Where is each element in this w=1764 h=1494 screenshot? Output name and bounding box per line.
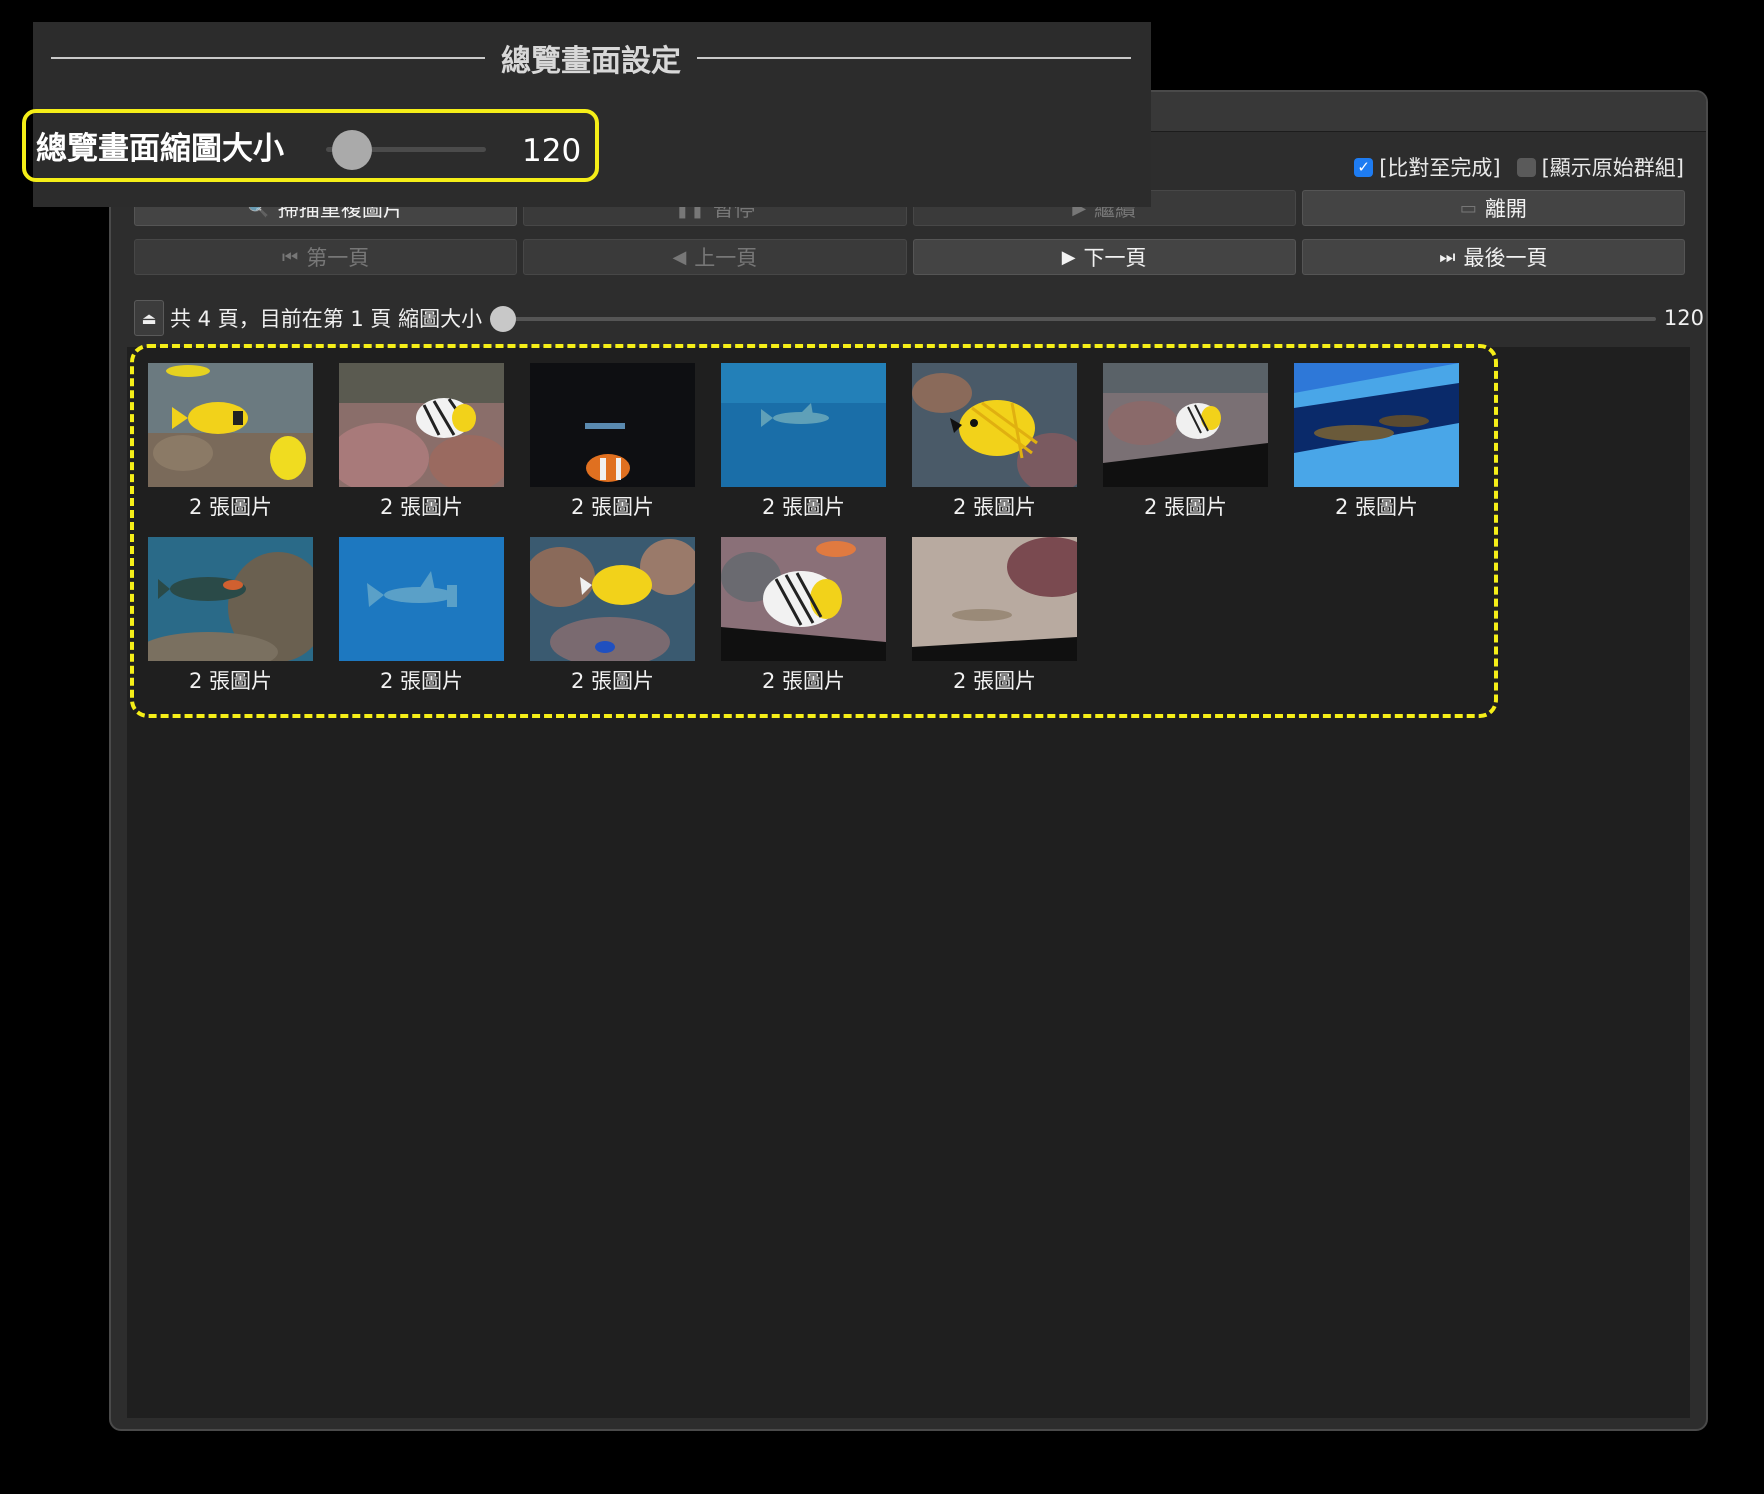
checkbox-unchecked-icon <box>1516 157 1536 177</box>
exit-icon: ▭ <box>1459 197 1477 219</box>
thumbnail-caption: 2 張圖片 <box>188 495 273 519</box>
thumbnail-item[interactable]: 2 張圖片 <box>912 363 1077 521</box>
show-original-groups-label: [顯示原始群組] <box>1541 156 1684 180</box>
fish-photo-icon[interactable] <box>148 363 313 487</box>
thumbnail-size-slider[interactable] <box>490 300 1656 336</box>
thumbnail-caption: 2 張圖片 <box>379 669 464 693</box>
thumbnail-caption: 2 張圖片 <box>761 669 846 693</box>
skip-first-icon: ⏮ <box>282 246 299 268</box>
fish-photo-icon[interactable] <box>721 363 886 487</box>
thumbnail-item[interactable]: 2 張圖片 <box>148 537 313 695</box>
exit-button[interactable]: ▭ 離開 <box>1301 190 1685 226</box>
last-page-button[interactable]: ⏭ 最後一頁 <box>1301 239 1685 275</box>
last-page-label: 最後一頁 <box>1463 246 1548 270</box>
thumbnail-caption: 2 張圖片 <box>952 669 1037 693</box>
thumbnail-item[interactable]: 2 張圖片 <box>721 537 886 695</box>
thumbnail-size-setting-label: 總覽畫面縮圖大小 <box>36 131 284 167</box>
first-page-label: 第一頁 <box>306 246 370 270</box>
next-page-label: 下一頁 <box>1083 246 1147 270</box>
thumbnail-item[interactable]: 2 張圖片 <box>1103 363 1268 521</box>
thumbnail-item[interactable]: 2 張圖片 <box>339 537 504 695</box>
thumbnail-item[interactable]: 2 張圖片 <box>1294 363 1459 521</box>
status-bar: ⏏ 共 4 頁，目前在第 1 頁 縮圖大小 120 <box>134 300 1704 336</box>
fish-photo-icon[interactable] <box>148 537 313 661</box>
thumbnail-caption: 2 張圖片 <box>379 495 464 519</box>
options-bar: ✓ [比對至完成] [顯示原始群組] <box>1354 152 1684 182</box>
panel-header: 總覽畫面設定 <box>51 38 1131 79</box>
thumbnail-caption: 2 張圖片 <box>952 495 1037 519</box>
duplicate-finder-window: ✓ [比對至完成] [顯示原始群組] 🔍 掃描重複圖片 ❚❚ 暫停 ▶ 繼續 ▭… <box>109 90 1708 1431</box>
thumbnail-item[interactable]: 2 張圖片 <box>148 363 313 521</box>
fish-photo-icon[interactable] <box>339 363 504 487</box>
thumbnail-item[interactable]: 2 張圖片 <box>530 363 695 521</box>
fish-photo-icon[interactable] <box>1294 363 1459 487</box>
fish-photo-icon[interactable] <box>721 537 886 661</box>
thumbnail-item[interactable]: 2 張圖片 <box>530 537 695 695</box>
panel-thumbnail-size-value: 120 <box>522 133 582 169</box>
show-original-groups-checkbox[interactable]: [顯示原始群組] <box>1516 152 1684 182</box>
fish-photo-icon[interactable] <box>530 537 695 661</box>
previous-page-button[interactable]: ◀ 上一頁 <box>523 239 907 275</box>
fish-photo-icon[interactable] <box>912 363 1077 487</box>
thumbnail-grid-area: 2 張圖片 2 張圖片 2 張圖片 2 張圖片 2 張圖片 2 張圖片 2 張圖… <box>127 347 1690 1418</box>
previous-page-label: 上一頁 <box>694 246 758 270</box>
exit-label: 離開 <box>1484 197 1527 221</box>
triangle-right-icon: ▶ <box>1061 246 1076 268</box>
header-rule-left <box>51 57 485 59</box>
fish-photo-icon[interactable] <box>1103 363 1268 487</box>
thumbnail-size-setting-highlight: 總覽畫面縮圖大小 120 <box>22 109 599 182</box>
fish-photo-icon[interactable] <box>339 537 504 661</box>
thumbnail-item[interactable]: 2 張圖片 <box>339 363 504 521</box>
skip-last-icon: ⏭ <box>1439 246 1456 268</box>
next-page-button[interactable]: ▶ 下一頁 <box>912 239 1296 275</box>
first-page-button[interactable]: ⏮ 第一頁 <box>134 239 518 275</box>
thumbnail-caption: 2 張圖片 <box>570 495 655 519</box>
thumbnail-caption: 2 張圖片 <box>1143 495 1228 519</box>
thumbnail-caption: 2 張圖片 <box>1334 495 1419 519</box>
panel-title: 總覽畫面設定 <box>501 44 681 79</box>
thumbnail-item[interactable]: 2 張圖片 <box>721 363 886 521</box>
panel-slider-knob[interactable] <box>332 130 372 170</box>
slider-knob[interactable] <box>490 306 517 332</box>
thumbnail-caption: 2 張圖片 <box>188 669 273 693</box>
pagination-toolbar: ⏮ 第一頁 ◀ 上一頁 ▶ 下一頁 ⏭ 最後一頁 <box>134 239 1685 275</box>
compare-until-done-checkbox[interactable]: ✓ [比對至完成] <box>1354 152 1501 182</box>
eject-icon[interactable]: ⏏ <box>134 300 164 336</box>
page-status-text: 共 4 頁，目前在第 1 頁 縮圖大小 <box>170 307 483 331</box>
slider-track <box>490 317 1656 321</box>
thumbnail-grid: 2 張圖片 2 張圖片 2 張圖片 2 張圖片 2 張圖片 2 張圖片 2 張圖… <box>148 363 1488 695</box>
thumbnail-caption: 2 張圖片 <box>570 669 655 693</box>
fish-photo-icon[interactable] <box>912 537 1077 661</box>
thumbnail-size-value: 120 <box>1663 306 1704 330</box>
fish-photo-icon[interactable] <box>530 363 695 487</box>
header-rule-right <box>697 57 1131 59</box>
thumbnail-item[interactable]: 2 張圖片 <box>912 537 1077 695</box>
compare-until-done-label: [比對至完成] <box>1379 156 1501 180</box>
triangle-left-icon: ◀ <box>672 246 687 268</box>
thumbnail-caption: 2 張圖片 <box>761 495 846 519</box>
checkbox-checked-icon: ✓ <box>1354 157 1374 177</box>
